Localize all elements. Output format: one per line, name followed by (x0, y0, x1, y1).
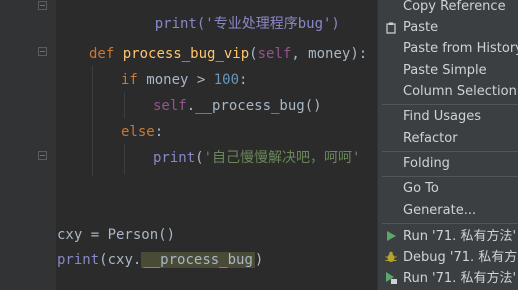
context-menu: Copy Reference Paste Paste from History.… (377, 0, 518, 290)
code-token: print('专业处理程序bug') (154, 16, 340, 32)
string-token: '自己慢慢解决吧，呵呵' (203, 150, 361, 166)
number-token: 100 (213, 72, 240, 88)
keyword: if (121, 72, 138, 88)
self-token: self (257, 46, 292, 62)
menu-item-label: Paste Simple (403, 63, 487, 78)
highlighted-identifier[interactable]: __process_bug (141, 252, 255, 268)
menu-item-debug[interactable]: Debug '71. 私有方法' (378, 247, 518, 268)
code-token: ( (249, 46, 258, 62)
builtin-token: print (57, 252, 100, 268)
menu-item-refactor[interactable]: Refactor (378, 128, 518, 149)
code-line: self.__process_bug() (153, 96, 322, 116)
code-editor[interactable]: print('专业处理程序bug') def process_bug_vip(s… (0, 0, 380, 290)
menu-item-label: Column Selection Mode (403, 84, 518, 99)
code-line: def process_bug_vip(self, money): (89, 44, 367, 64)
code-token: money > (137, 72, 214, 88)
clipboard-icon (385, 17, 397, 38)
code-token: ( (195, 150, 204, 166)
function-name: process_bug_vip (122, 46, 250, 62)
code-token: , money): (291, 46, 368, 62)
code-line: print('自己慢慢解决吧，呵呵' (153, 148, 360, 168)
menu-item-label: Refactor (403, 131, 458, 146)
menu-item-folding[interactable]: Folding (378, 153, 518, 174)
menu-item-run[interactable]: Run '71. 私有方法' (378, 226, 518, 247)
menu-item-run-with-coverage[interactable]: Run '71. 私有方法' with Coverage (378, 268, 518, 289)
menu-separator (382, 176, 518, 177)
code-token: (cxy. (99, 252, 142, 268)
code-token: : (239, 72, 248, 88)
menu-item-label: Go To (403, 181, 439, 196)
run-icon (385, 226, 397, 247)
menu-item-label: Paste from History... (403, 41, 518, 56)
menu-item-label: Find Usages (403, 109, 482, 124)
menu-item-label: Run '71. 私有方法' with Coverage (403, 271, 518, 286)
menu-separator (382, 151, 518, 152)
keyword: def (89, 46, 115, 62)
code-line: cxy = Person() (57, 225, 175, 245)
menu-item-copy-reference[interactable]: Copy Reference (378, 0, 518, 17)
menu-separator (382, 104, 518, 105)
builtin-token: print (153, 150, 196, 166)
menu-item-label: Generate... (403, 203, 477, 218)
menu-item-label: Folding (403, 156, 450, 171)
code-line: if money > 100: (121, 70, 247, 90)
code-token: : (154, 124, 164, 140)
code-line: else: (121, 122, 163, 142)
menu-item-paste-from-history[interactable]: Paste from History... (378, 38, 518, 59)
menu-item-paste-simple[interactable]: Paste Simple (378, 60, 518, 81)
keyword: else (121, 124, 155, 140)
code-token: .__process_bug() (186, 98, 322, 114)
coverage-icon (385, 268, 397, 289)
code-token: cxy = Person() (57, 227, 176, 243)
menu-item-label: Debug '71. 私有方法' (403, 250, 518, 265)
menu-item-label: Run '71. 私有方法' (403, 229, 517, 244)
self-token: self (153, 98, 187, 114)
menu-separator (382, 223, 518, 224)
menu-item-find-usages[interactable]: Find Usages (378, 106, 518, 127)
menu-item-generate[interactable]: Generate... (378, 200, 518, 221)
code-token: ) (254, 252, 264, 268)
menu-item-label: Paste (403, 20, 439, 35)
menu-item-column-selection-mode[interactable]: Column Selection Mode (378, 81, 518, 102)
menu-item-label: Copy Reference (403, 0, 506, 14)
code-line: print(cxy. __process_bug) (57, 250, 263, 270)
debug-icon (385, 247, 397, 268)
menu-item-go-to[interactable]: Go To (378, 178, 518, 199)
menu-item-paste[interactable]: Paste (378, 17, 518, 38)
